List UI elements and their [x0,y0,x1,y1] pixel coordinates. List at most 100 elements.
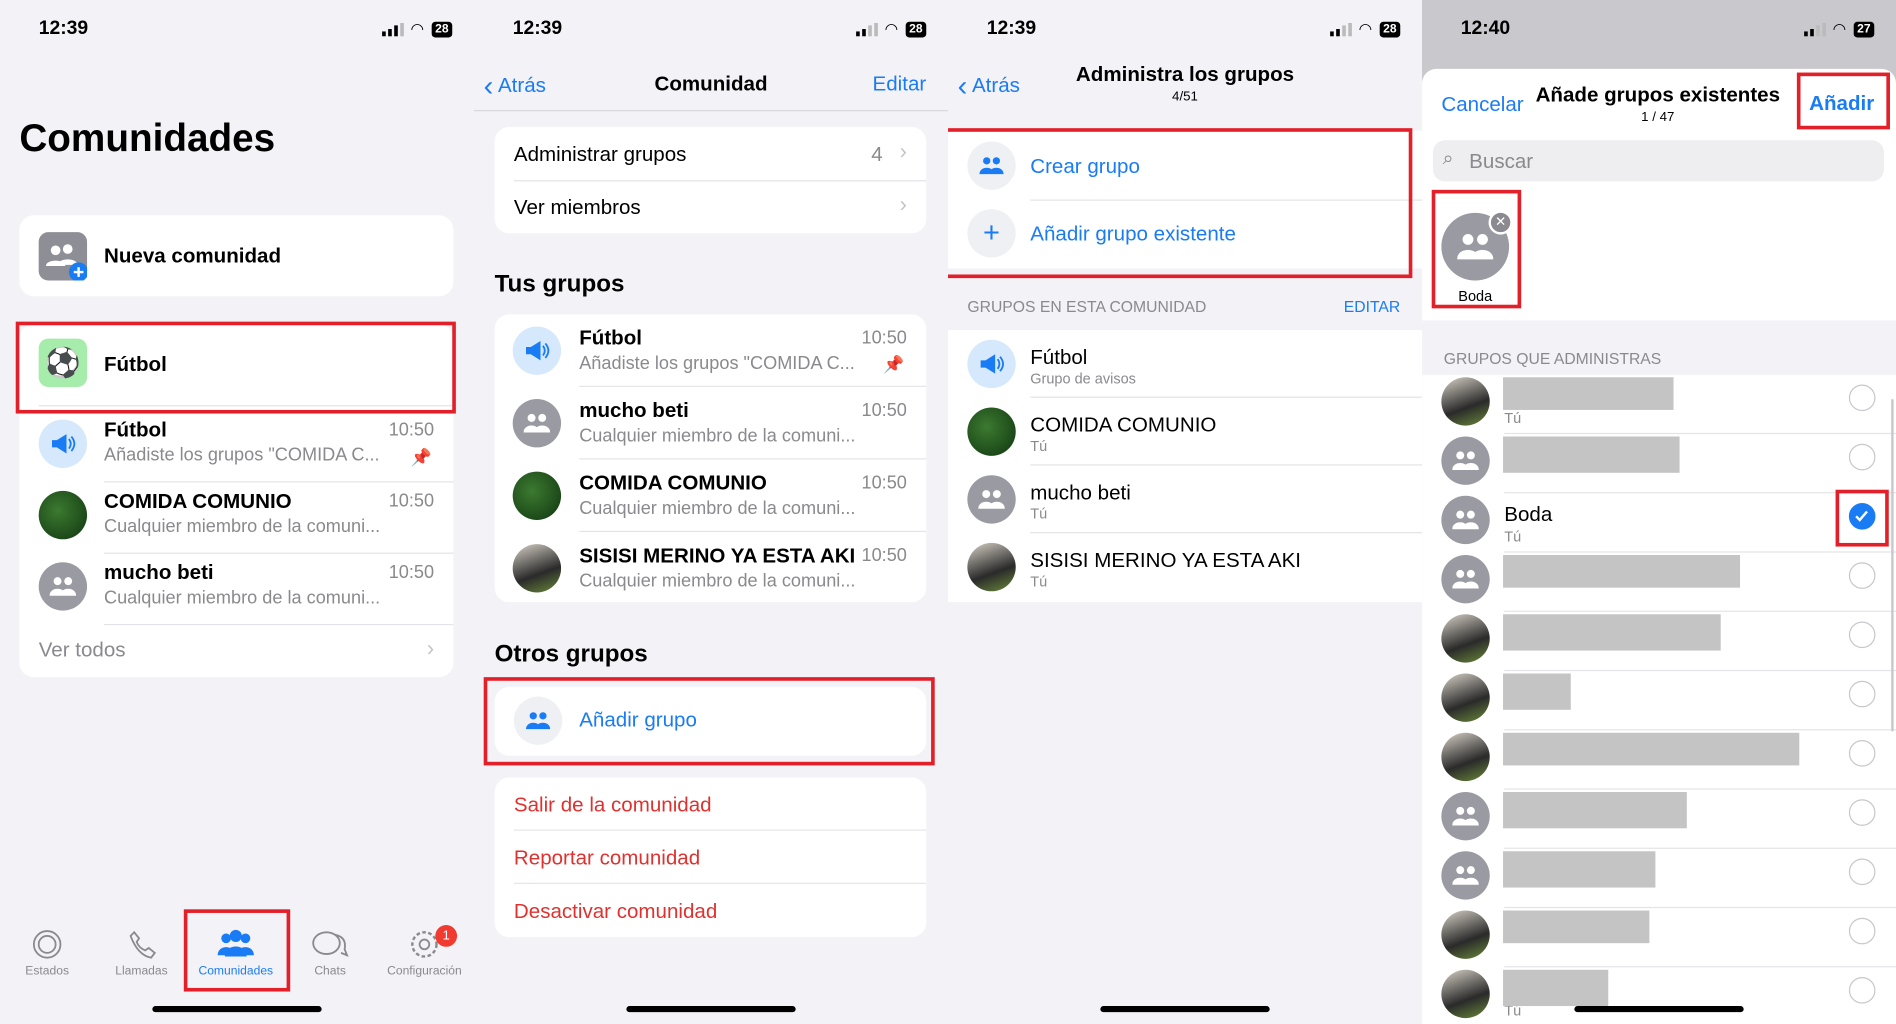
add-existing-group-button[interactable]: + Añadir grupo existente [948,200,1422,269]
section-edit-button[interactable]: EDITAR [1344,297,1400,315]
manage-groups-button[interactable]: Administrar grupos 4 › [495,127,927,180]
people-icon [967,141,1016,190]
select-checkbox[interactable] [1848,621,1876,649]
group-row[interactable]: Fútbol Añadiste los grupos "COMIDA C... 10… [495,314,927,387]
select-checkbox[interactable] [1848,917,1876,945]
add-group-button[interactable]: Añadir grupo [494,686,927,756]
tab-label: Llamadas [115,964,168,979]
tab-configuración[interactable]: Configuración 1 [382,925,467,979]
edit-button[interactable]: Editar [873,73,927,97]
people-icon [967,475,1016,524]
admin-group-row[interactable] [1422,612,1896,672]
tab-llamadas[interactable]: Llamadas [99,929,184,979]
chevron-right-icon: › [426,636,435,661]
community-group-row[interactable]: SISISI MERINO YA ESTA AKI Tú [948,533,1422,601]
add-existing-groups-sheet: 12:40 ◠ 27 Cancelar Añade grupos existent… [1422,0,1896,1024]
redacted-name [1503,969,1609,1007]
status-time: 12:39 [512,18,563,39]
admin-group-row[interactable] [1422,671,1896,731]
sheet-title: Añade grupos existentes [1535,83,1781,107]
group-row[interactable]: COMIDA COMUNIO Cualquier miembro de la co… [495,459,927,533]
group-subtitle: Tú [1504,409,1522,427]
chat-row[interactable]: COMIDA COMUNIO Cualquier miembro de la co… [19,482,454,554]
create-group-button[interactable]: Crear grupo [948,131,1422,200]
community-card: ⚽ Fútbol Fútbol Añadiste los grupos "COMI… [19,324,454,678]
select-checkbox[interactable] [1848,443,1876,471]
admin-group-row[interactable] [1422,434,1896,494]
chat-row[interactable]: mucho beti Cualquier miembro de la comuni… [19,554,454,626]
tab-estados[interactable]: Estados [5,929,90,979]
community-group-row[interactable]: COMIDA COMUNIO Tú [948,398,1423,466]
tab-label: Configuración [387,964,462,979]
see-members-button[interactable]: Ver miembros › [495,180,927,233]
group-name: Fútbol [1030,345,1088,369]
status-bar: ◠ 28 [381,19,453,38]
community-actions: Salir de la comunidad Reportar comunidad D… [494,777,927,938]
community-group-row[interactable]: mucho beti Tú [948,466,1423,534]
redacted-name [1503,910,1650,944]
group-avatar [38,490,88,540]
community-group-row[interactable]: Fútbol Grupo de avisos [948,330,1423,398]
chat-preview: Añadiste los grupos "COMIDA C... [103,444,380,466]
home-indicator [152,1006,322,1013]
select-checkbox[interactable] [1848,740,1876,767]
wifi-icon: ◠ [410,19,425,38]
remove-selected-icon[interactable]: ✕ [1488,210,1513,235]
section-title: Tus grupos [494,270,625,298]
admin-group-row[interactable]: Boda Tú [1422,493,1896,553]
group-avatar [1441,673,1490,722]
status-bar: ◠ 28 [1329,19,1401,38]
page-title: Comunidades [19,116,276,160]
create-group-label: Crear grupo [1030,154,1140,178]
people-icon [1441,851,1490,900]
community-futbol[interactable]: ⚽ Fútbol [19,324,453,405]
admin-group-row[interactable]: Tú [1422,375,1896,435]
group-name: mucho beti [1030,481,1131,505]
admin-group-row[interactable] [1422,553,1896,612]
select-checkbox[interactable] [1848,562,1876,589]
group-row[interactable]: mucho beti Cualquier miembro de la comuni… [495,387,927,460]
phone-icon [99,929,184,960]
chat-time: 10:50 [388,419,435,441]
select-checkbox[interactable] [1848,384,1876,412]
scrollbar[interactable] [1891,399,1894,732]
admin-group-row[interactable] [1422,730,1896,790]
select-checkbox[interactable] [1848,858,1876,886]
pin-icon: 📌 [410,447,432,467]
group-subtitle: Grupo de avisos [1030,370,1136,387]
select-checkbox[interactable] [1848,503,1876,530]
community-action-button[interactable]: Salir de la comunidad [495,778,927,831]
group-name: Boda [1504,503,1553,527]
add-existing-label: Añadir grupo existente [1030,222,1236,246]
select-checkbox[interactable] [1848,799,1876,826]
group-row[interactable]: SISISI MERINO YA ESTA AKI Cualquier miemb… [495,532,927,602]
select-checkbox[interactable] [1848,680,1876,708]
select-checkbox[interactable] [1848,977,1876,1004]
tab-chats[interactable]: Chats [288,929,373,978]
cancel-button[interactable]: Cancelar [1441,93,1523,117]
wifi-icon: ◠ [884,19,899,38]
home-indicator [626,1006,796,1013]
group-time: 10:50 [861,472,907,494]
people-icon [1441,436,1490,485]
plus-icon: + [967,209,1016,258]
group-name: Fútbol [579,326,642,350]
tab-comunidades[interactable]: Comunidades [193,929,278,978]
community-action-button[interactable]: Reportar comunidad [495,831,927,884]
battery-icon: 28 [431,21,453,37]
search-input[interactable]: ⌕ Buscar [1432,140,1884,182]
community-action-button[interactable]: Desactivar comunidad [495,884,927,937]
admin-group-row[interactable] [1422,849,1896,909]
add-button[interactable]: Añadir [1809,92,1874,116]
admin-group-row[interactable]: Tú [1422,967,1896,1024]
admin-group-row[interactable] [1422,908,1896,968]
back-button[interactable]: ‹ Atrás [958,70,1020,104]
admin-group-row[interactable] [1422,790,1896,849]
see-all-button[interactable]: Ver todos › [19,624,453,677]
chat-row[interactable]: Fútbol Añadiste los grupos "COMIDA C... 10… [19,411,454,483]
tab-label: Estados [25,964,69,979]
home-indicator [1574,1006,1744,1013]
people-icon [38,562,88,611]
new-community-button[interactable]: Nueva comunidad [19,215,454,297]
sheet-subtitle: 1 / 47 [1641,110,1675,125]
